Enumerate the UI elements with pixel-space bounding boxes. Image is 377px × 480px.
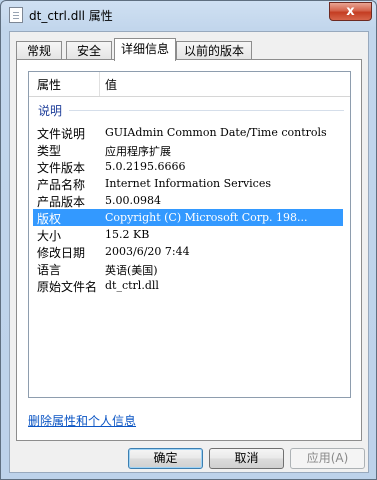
property-name: 产品版本 bbox=[37, 195, 86, 209]
list-item-selected[interactable]: 版权 Copyright (C) Microsoft Corp. 198... bbox=[33, 209, 343, 226]
remove-properties-link[interactable]: 删除属性和个人信息 bbox=[28, 412, 136, 429]
property-value: dt_ctrl.dll bbox=[105, 279, 159, 292]
group-header-description[interactable]: 说明 bbox=[29, 102, 350, 118]
list-item[interactable]: 大小 15.2 KB bbox=[33, 226, 343, 243]
property-value: 5.00.0984 bbox=[105, 194, 161, 207]
property-name: 文件版本 bbox=[37, 161, 86, 175]
list-item[interactable]: 文件版本 5.0.2195.6666 bbox=[33, 158, 343, 175]
close-button[interactable]: x bbox=[329, 2, 372, 21]
window-title: dt_ctrl.dll 属性 bbox=[29, 9, 113, 23]
property-value: GUIAdmin Common Date/Time controls bbox=[105, 126, 327, 139]
list-item[interactable]: 产品名称 Internet Information Services bbox=[33, 175, 343, 192]
cancel-button[interactable]: 取消 bbox=[209, 448, 284, 469]
list-item[interactable]: 类型 应用程序扩展 bbox=[33, 141, 343, 158]
property-value: 2003/6/20 7:44 bbox=[105, 245, 190, 258]
list-item[interactable]: 原始文件名 dt_ctrl.dll bbox=[33, 277, 343, 294]
group-label: 说明 bbox=[38, 104, 63, 118]
property-value: 英语(美国) bbox=[105, 264, 158, 277]
property-value: 应用程序扩展 bbox=[105, 145, 171, 158]
details-list[interactable]: 属性 值 说明 文件说明 GUIAdmin Common Date/Time c… bbox=[28, 71, 351, 398]
dialog-client: 常规 安全 详细信息 以前的版本 属性 值 说明 文件说明 GUIAdmin C… bbox=[9, 31, 369, 473]
property-name: 语言 bbox=[37, 263, 62, 277]
property-value: Copyright (C) Microsoft Corp. 198... bbox=[105, 211, 308, 224]
list-item[interactable]: 产品版本 5.00.0984 bbox=[33, 192, 343, 209]
group-divider bbox=[69, 110, 344, 111]
list-item[interactable]: 语言 英语(美国) bbox=[33, 260, 343, 277]
property-name: 文件说明 bbox=[37, 127, 86, 141]
property-name: 类型 bbox=[37, 144, 62, 158]
tab-security[interactable]: 安全 bbox=[66, 41, 112, 60]
ok-button[interactable]: 确定 bbox=[128, 448, 203, 469]
apply-button[interactable]: 应用(A) bbox=[290, 448, 365, 469]
tab-previous-versions[interactable]: 以前的版本 bbox=[176, 41, 252, 60]
column-header-value[interactable]: 值 bbox=[105, 76, 117, 93]
property-value: Internet Information Services bbox=[105, 177, 271, 190]
list-item[interactable]: 文件说明 GUIAdmin Common Date/Time controls bbox=[33, 124, 343, 141]
property-name: 版权 bbox=[37, 212, 62, 226]
details-panel: 属性 值 说明 文件说明 GUIAdmin Common Date/Time c… bbox=[16, 59, 362, 441]
tab-general[interactable]: 常规 bbox=[16, 41, 62, 60]
property-name: 原始文件名 bbox=[37, 280, 98, 294]
list-item[interactable]: 修改日期 2003/6/20 7:44 bbox=[33, 243, 343, 260]
list-header: 属性 值 bbox=[29, 72, 350, 97]
column-header-property[interactable]: 属性 bbox=[37, 76, 61, 93]
property-value: 5.0.2195.6666 bbox=[105, 160, 186, 173]
property-value: 15.2 KB bbox=[105, 228, 150, 241]
property-name: 修改日期 bbox=[37, 246, 86, 260]
property-name: 大小 bbox=[37, 229, 62, 243]
property-name: 产品名称 bbox=[37, 178, 86, 192]
properties-window: dt_ctrl.dll 属性 x 常规 安全 详细信息 以前的版本 属性 值 说… bbox=[0, 0, 377, 480]
column-divider[interactable] bbox=[99, 72, 100, 96]
title-bar[interactable]: dt_ctrl.dll 属性 x bbox=[1, 1, 377, 29]
tab-details[interactable]: 详细信息 bbox=[114, 38, 176, 61]
file-icon bbox=[9, 7, 23, 23]
